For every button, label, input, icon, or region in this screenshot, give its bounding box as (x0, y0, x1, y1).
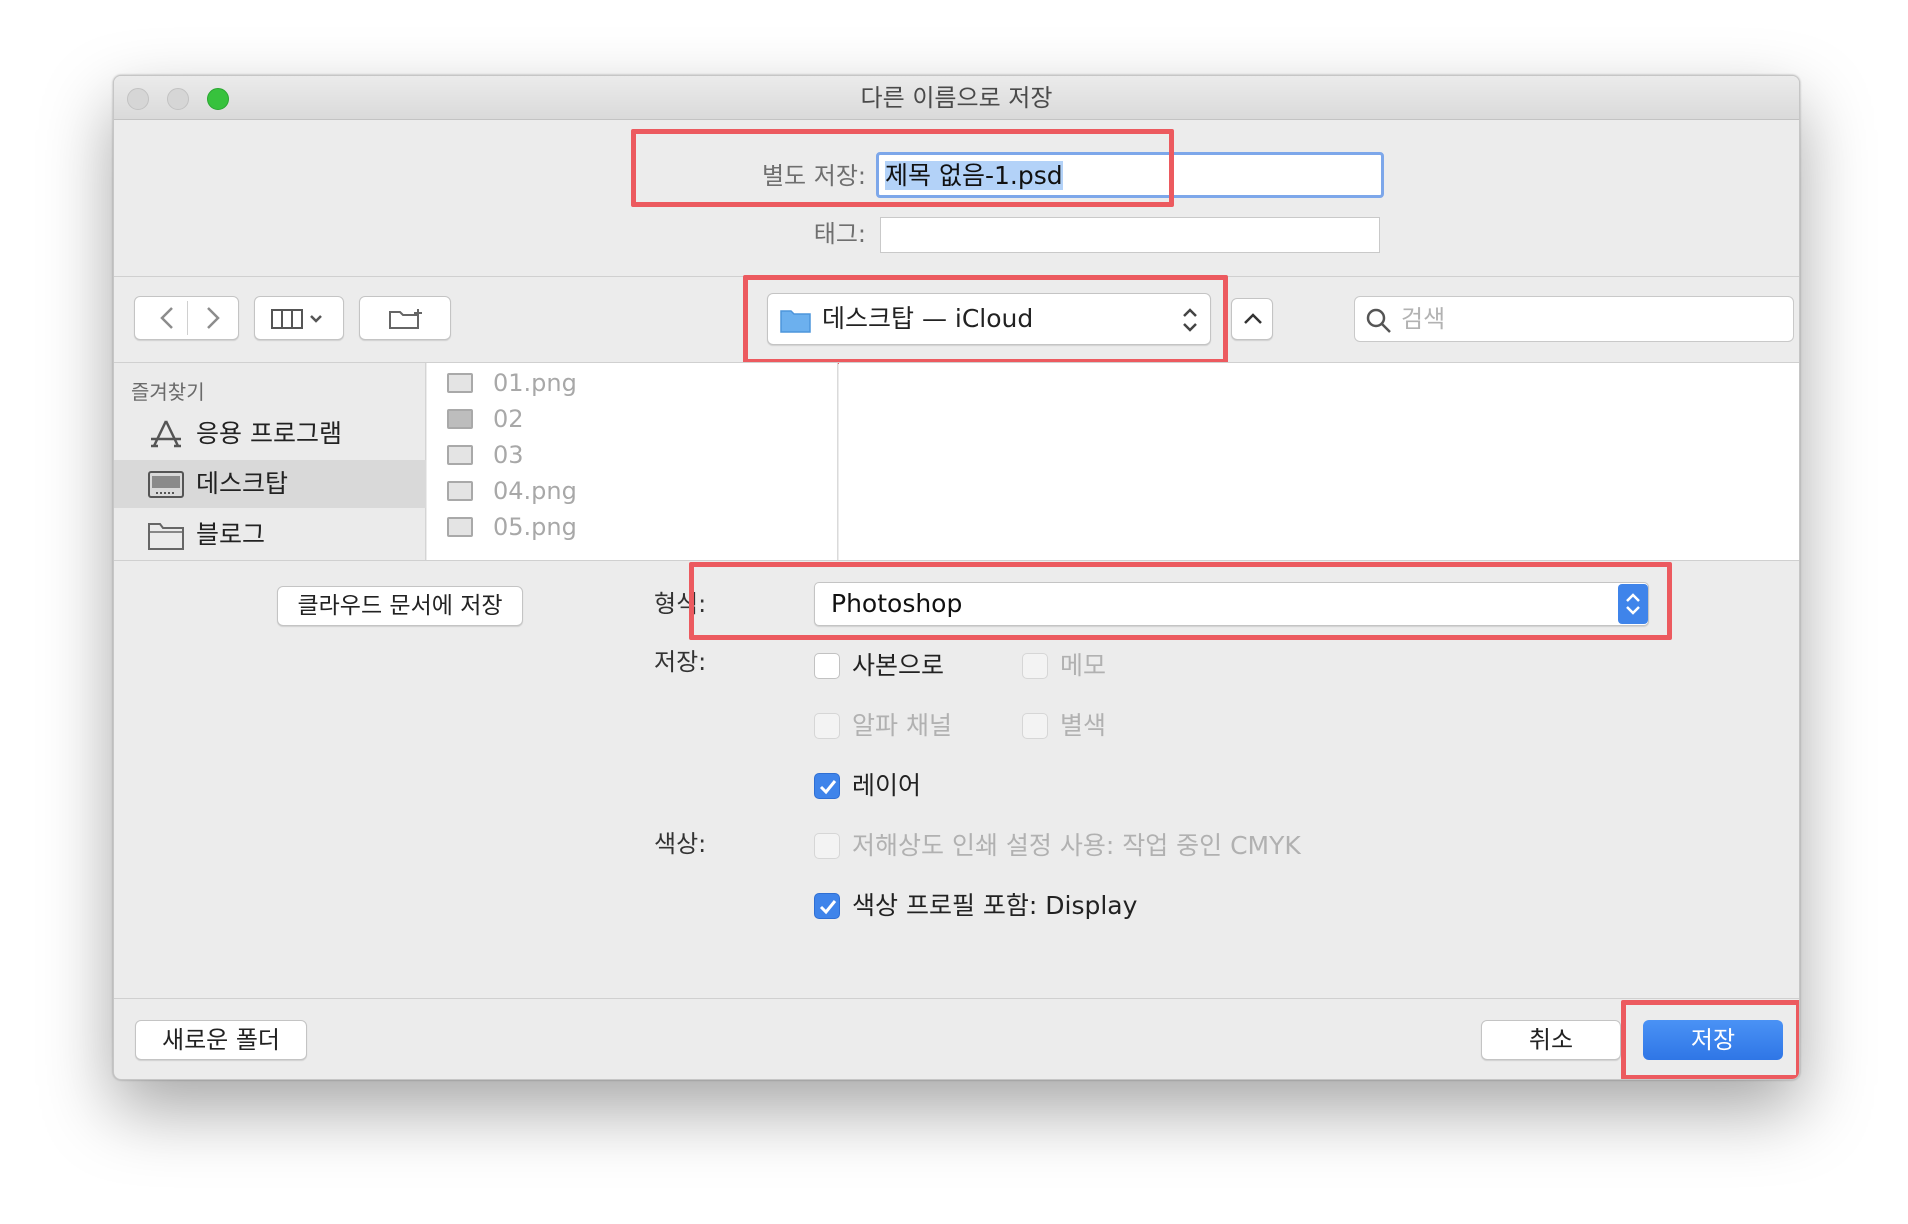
file-name: 01.png (493, 369, 577, 397)
file-item[interactable]: 02 (439, 401, 819, 437)
file-name: 02 (493, 405, 524, 433)
sidebar-section-favorites: 즐겨찾기 (131, 380, 205, 404)
chevron-right-icon (207, 307, 220, 329)
file-name: 05.png (493, 513, 577, 541)
tags-input[interactable] (880, 217, 1380, 253)
window-title: 다른 이름으로 저장 (860, 84, 1053, 112)
desktop-icon (148, 471, 184, 498)
checkbox-alpha-channels: 알파 채널 (814, 708, 1044, 744)
preview-column (839, 363, 1799, 560)
search-icon (1366, 308, 1391, 333)
file-name: 04.png (493, 477, 577, 505)
tags-label: 태그: (813, 220, 866, 248)
sidebar-item-label: 블로그 (196, 520, 266, 549)
sidebar-item-label: 데스크탑 (196, 469, 289, 498)
sidebar-item-desktop[interactable]: 데스크탑 (114, 460, 426, 508)
location-highlight (743, 275, 1228, 364)
folder-icon (148, 523, 184, 550)
file-item[interactable]: 01.png (439, 365, 819, 401)
format-highlight (689, 562, 1672, 640)
chevron-up-icon (1244, 313, 1262, 324)
image-file-icon (447, 409, 473, 429)
checkbox-notes: 메모 (1022, 648, 1222, 684)
checkmark-icon (819, 900, 837, 915)
checkbox-layers[interactable]: 레이어 (814, 768, 1044, 804)
image-file-icon (447, 373, 473, 393)
checkbox-use-proof-setup: 저해상도 인쇄 설정 사용: 작업 중인 CMYK (814, 828, 1374, 864)
back-button[interactable] (148, 300, 186, 336)
columns-view-icon (271, 309, 322, 329)
forward-button[interactable] (194, 300, 232, 336)
new-folder-toolbar-button[interactable] (359, 296, 451, 340)
sidebar-item-label: 응용 프로그램 (196, 419, 342, 448)
app-store-icon (151, 420, 181, 448)
checkbox-embed-color-profile[interactable]: 색상 프로필 포함: Display (814, 888, 1234, 924)
save-as-highlight (631, 129, 1174, 207)
checkbox-spot-colors: 별색 (1022, 708, 1222, 744)
checkbox-as-copy[interactable]: 사본으로 (814, 648, 1044, 684)
view-mode-button[interactable] (254, 296, 344, 340)
image-file-icon (447, 445, 473, 465)
save-dialog: 다른 이름으로 저장 별도 저장: 제목 없음-1.psd 태그: 데스크탑 —… (113, 75, 1800, 1080)
new-folder-button[interactable]: 새로운 폴더 (135, 1020, 307, 1060)
image-file-icon (447, 481, 473, 501)
save-options-label: 저장: (654, 648, 707, 676)
save-button-highlight (1621, 1000, 1799, 1079)
new-folder-icon (389, 309, 422, 329)
image-file-icon (447, 517, 473, 537)
color-options-label: 색상: (654, 830, 707, 858)
file-item[interactable]: 04.png (439, 473, 819, 509)
search-placeholder: 검색 (1401, 305, 1446, 333)
chevron-left-icon (160, 307, 173, 329)
save-to-cloud-button[interactable]: 클라우드 문서에 저장 (277, 586, 523, 626)
file-item[interactable]: 03 (439, 437, 819, 473)
expand-collapse-button[interactable] (1231, 298, 1273, 340)
search-field[interactable]: 검색 (1354, 296, 1794, 342)
checkmark-icon (819, 780, 837, 795)
sidebar-item-applications[interactable]: 응용 프로그램 (114, 408, 426, 460)
sidebar-item-blog[interactable]: 블로그 (114, 510, 426, 560)
cancel-button[interactable]: 취소 (1481, 1020, 1621, 1060)
file-item[interactable]: 05.png (439, 509, 819, 545)
file-name: 03 (493, 441, 524, 469)
